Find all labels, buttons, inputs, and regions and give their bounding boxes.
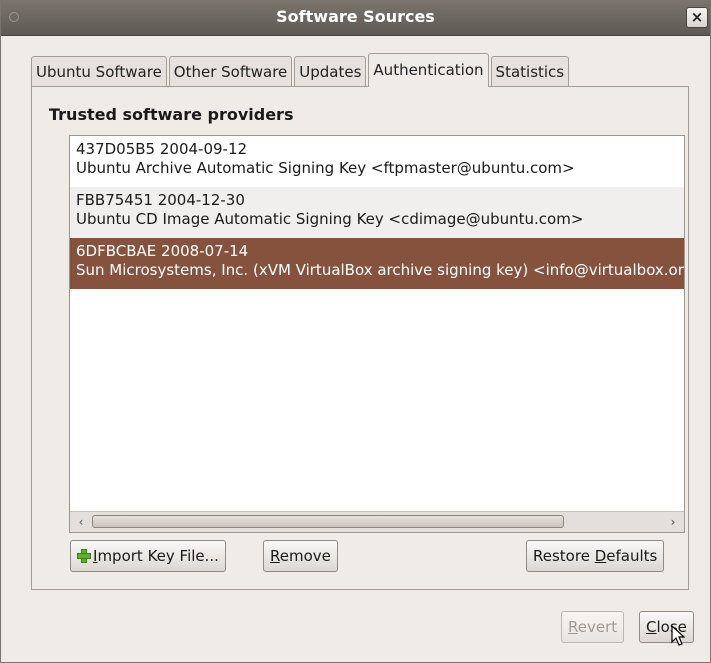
key-row-selected[interactable]: 6DFBCBAE 2008-07-14 Sun Microsystems, In…	[70, 238, 684, 289]
key-id-date: 437D05B5 2004-09-12	[76, 140, 248, 158]
section-title: Trusted software providers	[49, 105, 294, 124]
trusted-keys-list[interactable]: 437D05B5 2004-09-12 Ubuntu Archive Autom…	[69, 135, 685, 533]
restore-defaults-button[interactable]: Restore Defaults	[526, 540, 665, 572]
key-row[interactable]: 437D05B5 2004-09-12 Ubuntu Archive Autom…	[70, 136, 684, 187]
tab-ubuntu-software[interactable]: Ubuntu Software	[31, 56, 167, 87]
tab-statistics[interactable]: Statistics	[490, 56, 570, 87]
tab-updates[interactable]: Updates	[294, 56, 367, 87]
tab-other-software[interactable]: Other Software	[168, 56, 293, 87]
close-window-icon[interactable]: ×	[686, 7, 708, 28]
key-id-date: FBB75451 2004-12-30	[76, 191, 245, 209]
scroll-right-icon[interactable]: ›	[664, 512, 682, 532]
tab-bar: Ubuntu Software Other Software Updates A…	[31, 53, 571, 87]
close-button[interactable]: Close	[639, 611, 694, 643]
revert-button[interactable]: Revert	[561, 611, 625, 643]
key-id-date: 6DFBCBAE 2008-07-14	[76, 242, 249, 260]
window-title: Software Sources	[276, 7, 435, 26]
scroll-left-icon[interactable]: ‹	[72, 512, 90, 532]
scrollbar-thumb[interactable]	[92, 515, 564, 528]
key-row[interactable]: FBB75451 2004-12-30 Ubuntu CD Image Auto…	[70, 187, 684, 238]
title-bar[interactable]: Software Sources ×	[1, 1, 710, 36]
tab-authentication[interactable]: Authentication	[368, 53, 489, 87]
software-sources-window: Software Sources × Ubuntu Software Other…	[0, 0, 711, 663]
mouse-pointer-icon	[671, 625, 685, 646]
key-description: Sun Microsystems, Inc. (xVM VirtualBox a…	[76, 261, 684, 279]
import-key-file-button[interactable]: Import Key File...	[70, 540, 226, 572]
key-description: Ubuntu CD Image Automatic Signing Key <c…	[76, 210, 584, 228]
key-description: Ubuntu Archive Automatic Signing Key <ft…	[76, 159, 575, 177]
add-icon	[77, 549, 91, 563]
horizontal-scrollbar[interactable]: ‹ ›	[70, 511, 684, 532]
remove-button[interactable]: Remove	[263, 540, 338, 572]
